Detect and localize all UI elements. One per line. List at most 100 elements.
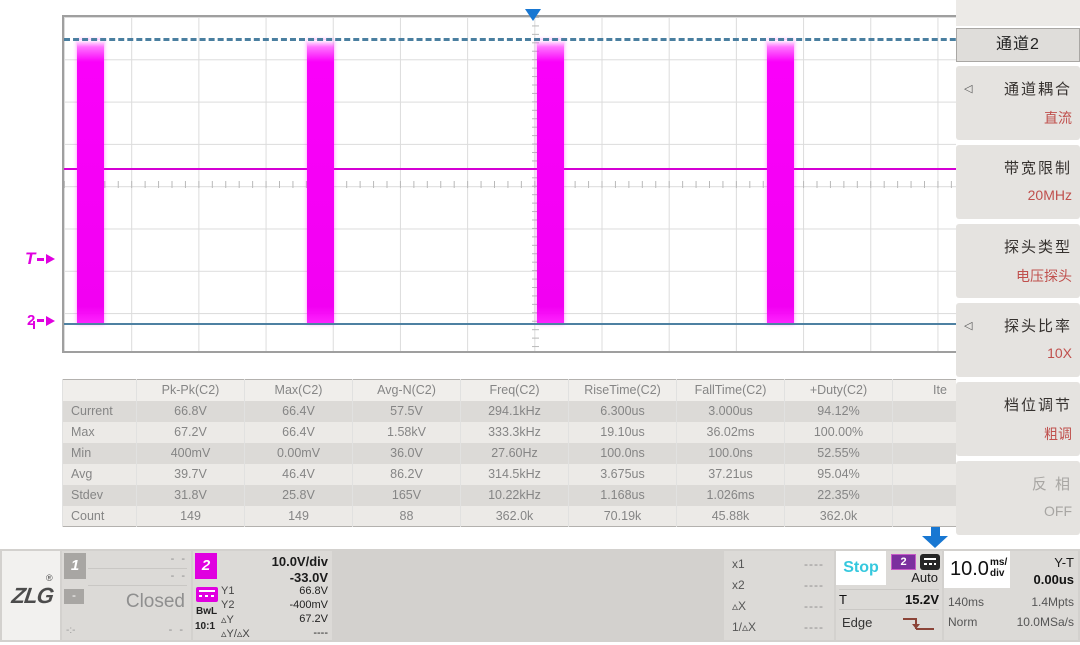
measurement-value: 94.12% bbox=[785, 401, 893, 422]
measurement-value: 95.04% bbox=[785, 464, 893, 485]
measurement-value: 22.35% bbox=[785, 485, 893, 506]
menu-top-strip bbox=[956, 0, 1080, 26]
measurement-value: 3.000us bbox=[677, 401, 785, 422]
measurement-row: Max67.2V66.4V1.58kV333.3kHz19.10us36.02m… bbox=[63, 422, 1013, 443]
channel1-status-box[interactable]: 1 - - - - - Closed -:- - - bbox=[62, 551, 191, 640]
trigger-level-marker[interactable]: T bbox=[25, 249, 55, 269]
menu-item-value: 20MHz bbox=[1028, 187, 1072, 203]
measurement-value: 57.5V bbox=[353, 401, 461, 422]
readout-value: -400mV bbox=[289, 599, 328, 611]
channel2-position-marker[interactable]: 2 bbox=[27, 312, 55, 329]
timebase-status-box[interactable]: 10.0 ms/ div Y-T 0.00us 140ms 1.4Mpts No… bbox=[944, 551, 1078, 640]
readout-label: Y1 bbox=[221, 585, 234, 597]
menu-items: ◁通道耦合直流带宽限制20MHz探头类型电压探头◁探头比率10X档位调节粗调反 … bbox=[956, 66, 1080, 535]
arrow-tail bbox=[37, 258, 44, 261]
x-cursor-label: x1 bbox=[732, 557, 745, 571]
measurement-value: 52.55% bbox=[785, 443, 893, 464]
ground-tick bbox=[33, 321, 35, 329]
falling-edge-icon bbox=[903, 616, 937, 632]
measurement-row: Current66.8V66.4V57.5V294.1kHz6.300us3.0… bbox=[63, 401, 1013, 422]
measurement-value: 165V bbox=[353, 485, 461, 506]
measurement-value: 86.2V bbox=[353, 464, 461, 485]
measurement-value: 25.8V bbox=[245, 485, 353, 506]
trigger-type-label: Edge bbox=[842, 615, 872, 630]
measurement-table: Pk-Pk(C2)Max(C2)Avg-N(C2)Freq(C2)RiseTim… bbox=[62, 379, 1013, 527]
readout-value: 67.2V bbox=[299, 613, 328, 625]
measurement-value: 36.0V bbox=[353, 443, 461, 464]
measurement-value: 362.0k bbox=[461, 506, 569, 527]
expand-left-arrow-icon[interactable]: ◁ bbox=[964, 82, 972, 95]
record-points-value: 1.4Mpts bbox=[1031, 595, 1074, 609]
measurement-value: 19.10us bbox=[569, 422, 677, 443]
x-cursor-label: x2 bbox=[732, 578, 745, 592]
table-scroll-down-arrow-icon[interactable] bbox=[922, 527, 948, 548]
measurement-value: 66.4V bbox=[245, 422, 353, 443]
menu-item-label: 探头类型 bbox=[1004, 236, 1072, 257]
measurement-row-label: Current bbox=[63, 401, 137, 422]
cursor-y2-line[interactable] bbox=[64, 323, 1001, 325]
waveform-display bbox=[62, 15, 1003, 353]
pulse-burst-trace bbox=[307, 40, 334, 324]
readout-value: 66.8V bbox=[299, 585, 328, 597]
measurement-row-label: Max bbox=[63, 422, 137, 443]
measurement-row-label: Count bbox=[63, 506, 137, 527]
timebase-scale-box: 10.0 ms/ div bbox=[944, 551, 1010, 588]
menu-item-5[interactable]: 档位调节粗调 bbox=[956, 382, 1080, 456]
trigger-mode-label: Auto bbox=[888, 570, 938, 585]
cursor-y1-line[interactable] bbox=[64, 38, 1001, 41]
measurement-value: 70.19k bbox=[569, 506, 677, 527]
measurement-row: Avg39.7V46.4V86.2V314.5kHz3.675us37.21us… bbox=[63, 464, 1013, 485]
menu-item-label: 反 相 bbox=[1032, 473, 1072, 494]
measurement-value: 3.675us bbox=[569, 464, 677, 485]
trigger-position-marker-icon[interactable] bbox=[525, 9, 541, 21]
x-cursor-value: ---- bbox=[804, 557, 824, 571]
trigger-coupling-icon bbox=[920, 554, 940, 570]
measurement-value: 314.5kHz bbox=[461, 464, 569, 485]
registered-mark: ® bbox=[46, 573, 53, 583]
x-cursor-value: ---- bbox=[804, 599, 824, 613]
menu-item-6: 反 相 OFF bbox=[956, 461, 1080, 535]
sample-rate-value: 10.0MSa/s bbox=[1017, 615, 1074, 629]
channel2-baseline-trace bbox=[64, 168, 1001, 170]
trigger-source-badge: 2 bbox=[891, 554, 916, 570]
pulse-burst-trace bbox=[767, 40, 794, 324]
measurement-row-label: Avg bbox=[63, 464, 137, 485]
menu-item-1[interactable]: ◁通道耦合直流 bbox=[956, 66, 1080, 140]
measurement-value: 400mV bbox=[137, 443, 245, 464]
display-mode-label: Y-T bbox=[1054, 555, 1074, 570]
acquisition-row: Norm 10.0MSa/s bbox=[948, 615, 1074, 631]
menu-item-value: 粗调 bbox=[1044, 424, 1072, 444]
trigger-level-row: T 15.2V bbox=[839, 589, 939, 610]
menu-item-4[interactable]: ◁探头比率10X bbox=[956, 303, 1080, 377]
measurement-value: 66.4V bbox=[245, 401, 353, 422]
trigger-status-box[interactable]: Stop 2 Auto T 15.2V Edge bbox=[836, 551, 942, 640]
status-bar: ZLG ® 1 - - - - - Closed -:- - - 2 10.0V… bbox=[0, 549, 1080, 642]
channel2-readout-row: 67.2V▵Y bbox=[221, 613, 328, 627]
measurement-value: 37.21us bbox=[677, 464, 785, 485]
x-cursor-row: ---- x1 bbox=[732, 557, 824, 575]
expand-left-arrow-icon[interactable]: ◁ bbox=[964, 319, 972, 332]
readout-label: Y2 bbox=[221, 599, 234, 611]
menu-item-label: 通道耦合 bbox=[1004, 78, 1072, 99]
measurement-value: 36.02ms bbox=[677, 422, 785, 443]
measurement-value: 1.168us bbox=[569, 485, 677, 506]
measurement-row-label: Stdev bbox=[63, 485, 137, 506]
menu-item-2[interactable]: 带宽限制20MHz bbox=[956, 145, 1080, 219]
measurement-value: 45.88k bbox=[677, 506, 785, 527]
run-state-indicator[interactable]: Stop bbox=[836, 551, 886, 585]
oscilloscope-screen: T 2 Pk-Pk(C2)Max(C2)Avg-N(C2)Freq(C2)Ris… bbox=[0, 0, 1080, 645]
trigger-level-value: 15.2V bbox=[905, 590, 939, 610]
measurement-column-header: Max(C2) bbox=[245, 380, 353, 401]
channel2-scale-value: 10.0V/div bbox=[272, 554, 328, 569]
measurement-value: 31.8V bbox=[137, 485, 245, 506]
menu-item-value: OFF bbox=[1044, 503, 1072, 519]
channel2-status-box[interactable]: 2 10.0V/div -33.0V BwL 10:1 66.8VY1-400m… bbox=[193, 551, 332, 640]
measurement-value: 100.00% bbox=[785, 422, 893, 443]
menu-item-3[interactable]: 探头类型电压探头 bbox=[956, 224, 1080, 298]
measurement-value: 362.0k bbox=[785, 506, 893, 527]
channel2-readout-row: ----▵Y/▵X bbox=[221, 627, 328, 640]
measurement-row: Count14914988362.0k70.19k45.88k362.0k bbox=[63, 506, 1013, 527]
measurement-column-header: RiseTime(C2) bbox=[569, 380, 677, 401]
channel1-bottom-right: - - bbox=[169, 624, 185, 636]
menu-item-label: 探头比率 bbox=[1004, 315, 1072, 336]
